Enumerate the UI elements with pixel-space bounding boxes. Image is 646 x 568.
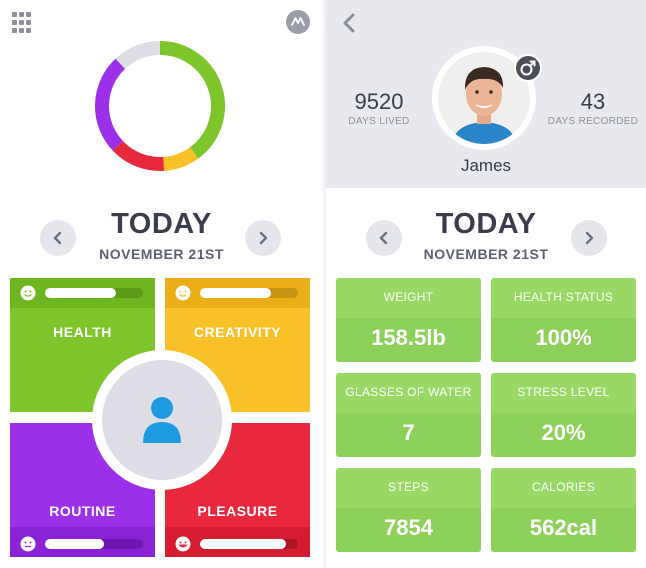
chevron-right-icon [259, 231, 268, 245]
metric-label: HEALTH STATUS [513, 290, 614, 304]
metric-label: CALORIES [531, 480, 596, 494]
smiley-icon [175, 536, 191, 552]
user-icon [143, 397, 181, 443]
metric-value: 7 [402, 420, 415, 445]
date-navigation: TODAY NOVEMBER 21ST [0, 208, 323, 268]
ring-segment-empty [115, 41, 161, 70]
dashboard-panel: TODAY NOVEMBER 21ST HEALTH CREATIVITY RO… [0, 0, 323, 568]
metric-label: GLASSES OF WATER [345, 385, 472, 399]
health-level-bar [45, 288, 143, 298]
days-recorded-label: DAYS RECORDED [547, 116, 639, 127]
metric-value: 158.5lb [371, 325, 446, 350]
ring-segment-health [159, 41, 225, 159]
apps-grid-icon[interactable] [12, 12, 34, 34]
routine-level-bar [45, 539, 143, 549]
metric-value: 562cal [529, 515, 598, 540]
metric-value: 20% [541, 420, 586, 445]
next-day-button[interactable] [245, 220, 281, 256]
user-name: James [460, 156, 512, 175]
date-navigation: TODAY NOVEMBER 21ST [326, 208, 646, 268]
logo-icon[interactable] [286, 10, 310, 34]
user-avatar-placeholder [102, 360, 222, 480]
creativity-label: CREATIVITY [193, 324, 282, 340]
pleasure-level-bar [200, 539, 298, 549]
ring-segment-pleasure [112, 140, 165, 171]
metric-card-calories[interactable]: CALORIES 562cal [491, 468, 636, 552]
metric-value: 100% [535, 325, 592, 350]
metric-card-glasses-of-water[interactable]: GLASSES OF WATER 7 [336, 373, 481, 457]
next-day-button[interactable] [571, 220, 607, 256]
male-gender-icon [514, 54, 542, 82]
health-label: HEALTH [53, 324, 112, 340]
smiley-icon [175, 285, 191, 301]
creativity-level-bar [200, 288, 298, 298]
days-recorded-value: 43 [580, 89, 606, 114]
metric-card-weight[interactable]: WEIGHT 158.5lb [336, 278, 481, 362]
metric-value: 7854 [384, 515, 433, 540]
metric-card-health-status[interactable]: HEALTH STATUS 100% [491, 278, 636, 362]
back-arrow-icon[interactable] [342, 12, 356, 34]
metric-label: WEIGHT [383, 290, 434, 304]
days-lived-label: DAYS LIVED [348, 116, 410, 127]
ring-segment-routine [95, 58, 126, 151]
profile-header: 9520 DAYS LIVED 43 DAYS RECORDED James [326, 0, 646, 188]
metric-card-steps[interactable]: STEPS 7854 [336, 468, 481, 552]
category-ring-chart [95, 41, 225, 171]
metric-label: STRESS LEVEL [517, 385, 610, 399]
profile-center-button[interactable] [92, 350, 232, 490]
neutral-face-icon [20, 536, 36, 552]
metric-card-stress-level[interactable]: STRESS LEVEL 20% [491, 373, 636, 457]
smiley-icon [20, 285, 36, 301]
chevron-right-icon [585, 231, 594, 245]
days-lived-value: 9520 [354, 89, 404, 114]
ring-segment-creativity [162, 147, 199, 171]
metric-label: STEPS [388, 480, 429, 494]
profile-panel: 9520 DAYS LIVED 43 DAYS RECORDED James T… [326, 0, 646, 568]
pleasure-label: PLEASURE [197, 503, 278, 519]
routine-label: ROUTINE [49, 503, 116, 519]
